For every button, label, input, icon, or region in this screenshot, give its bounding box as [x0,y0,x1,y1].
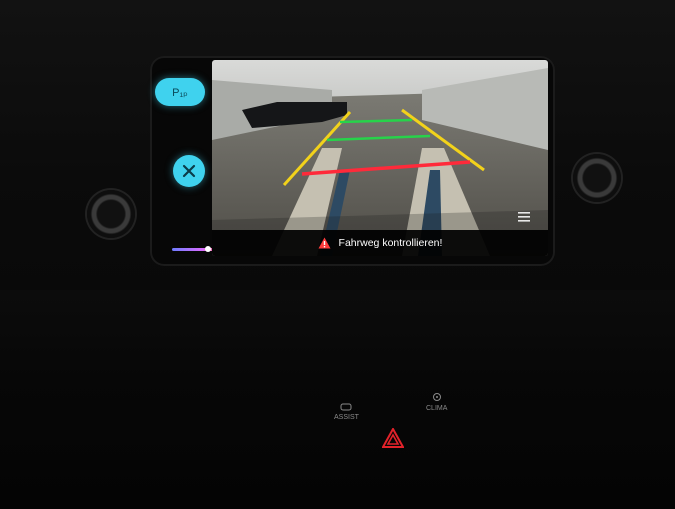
fan-icon [432,393,441,401]
close-button[interactable] [173,155,205,187]
volume-slider-handle[interactable] [205,246,211,252]
warning-text: Fahrweg kontrollieren! [338,237,443,249]
menu-icon[interactable] [518,212,530,222]
park-assist-label: P₁ₚ [172,86,188,99]
warning-bar: Fahrweg kontrollieren! [212,230,548,256]
clima-label: CLIMA [426,405,448,412]
camera-view [212,60,548,256]
park-assist-button[interactable]: P₁ₚ [155,78,205,106]
warning-triangle-icon [318,237,331,249]
hazard-light-icon[interactable] [382,428,404,448]
close-icon [182,164,196,178]
right-tuning-knob[interactable] [573,154,621,202]
rear-camera-screen: Fahrweg kontrollieren! [212,60,548,256]
assist-label: ASSIST [334,414,359,421]
left-volume-knob[interactable] [87,190,135,238]
dashboard-lower [0,290,675,509]
clima-button[interactable]: CLIMA [426,392,447,413]
assist-icon [340,403,352,411]
assist-button[interactable]: ASSIST [334,403,359,422]
